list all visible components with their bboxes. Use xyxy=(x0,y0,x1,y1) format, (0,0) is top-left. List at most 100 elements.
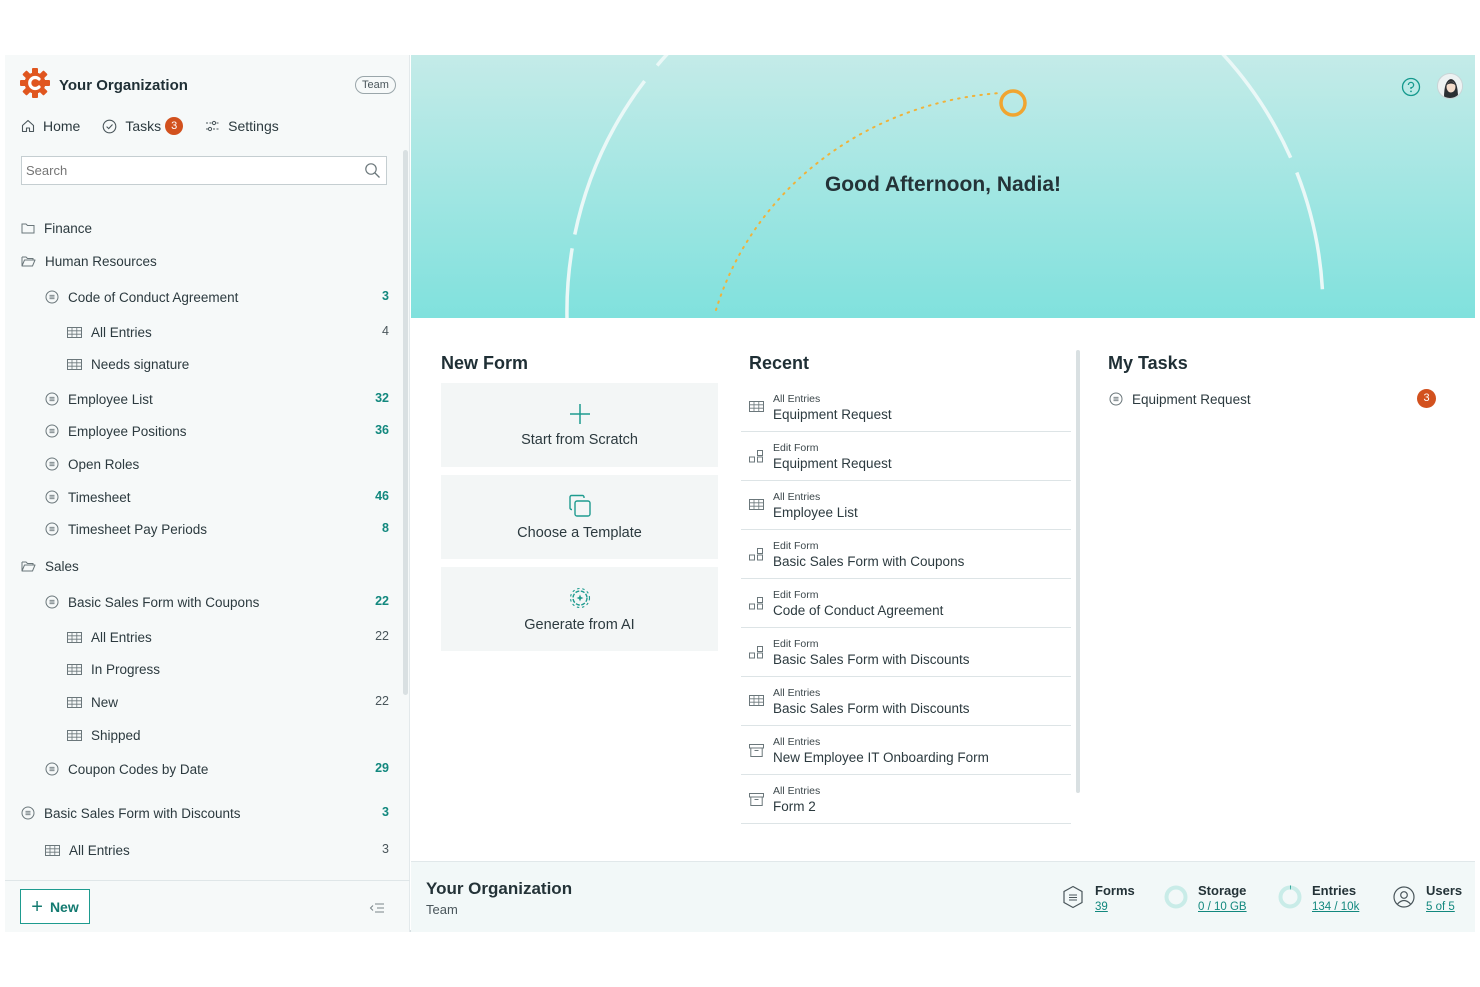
table-icon xyxy=(67,326,91,338)
recent-heading: Recent xyxy=(749,353,810,373)
sliders-icon xyxy=(206,120,220,132)
choose-template-label: Choose a Template xyxy=(517,525,642,541)
tree-item-label: In Progress xyxy=(91,661,161,677)
tree-item-label: Employee List xyxy=(68,391,153,407)
search-icon[interactable] xyxy=(364,162,381,184)
entries-ring-icon xyxy=(1278,885,1302,909)
tree-item[interactable]: Human Resources xyxy=(21,248,157,274)
nav-tasks[interactable]: Tasks 3 xyxy=(102,117,184,135)
recent-item[interactable]: All Entries Employee List xyxy=(741,481,1071,530)
recent-scrollbar[interactable] xyxy=(1076,350,1080,793)
table-icon xyxy=(67,729,91,741)
tree-item[interactable]: Sales xyxy=(21,553,79,579)
stat-entries-value[interactable]: 134 / 10k xyxy=(1312,901,1359,913)
collapse-sidebar-icon[interactable] xyxy=(369,901,385,919)
recent-item-kind: Edit Form xyxy=(773,638,819,650)
logo-icon xyxy=(19,67,51,104)
tree-item-label: Code of Conduct Agreement xyxy=(68,289,239,305)
tree-item[interactable]: All Entries xyxy=(67,624,152,650)
tree-item-label: All Entries xyxy=(91,324,152,340)
recent-item-kind: Edit Form xyxy=(773,442,819,454)
tasks-count-badge: 3 xyxy=(165,117,184,135)
tree-item[interactable]: Code of Conduct Agreement xyxy=(45,284,238,310)
generate-from-ai-card[interactable]: Generate from AI xyxy=(441,567,718,651)
tree-item-label: Sales xyxy=(45,558,79,574)
tree-item-label: Timesheet xyxy=(68,489,131,505)
recent-item-kind: All Entries xyxy=(773,785,821,797)
tree-item-count: 3 xyxy=(382,842,389,856)
nav-home[interactable]: Home xyxy=(21,118,80,134)
tree-item[interactable]: All Entries xyxy=(45,837,130,863)
task-item[interactable]: Equipment Request xyxy=(1109,389,1439,409)
search-input[interactable] xyxy=(22,157,352,184)
stat-users-value[interactable]: 5 of 5 xyxy=(1426,901,1455,913)
home-icon xyxy=(21,119,35,133)
tree-item-label: All Entries xyxy=(69,842,130,858)
tree-item-label: Timesheet Pay Periods xyxy=(68,521,208,537)
brand[interactable]: Your Organization xyxy=(19,67,188,103)
tree-item[interactable]: Basic Sales Form with Coupons xyxy=(45,589,259,615)
stat-storage-value[interactable]: 0 / 10 GB xyxy=(1198,901,1247,913)
tree-item-count: 32 xyxy=(375,391,389,405)
table-icon xyxy=(67,631,91,643)
form-icon xyxy=(1109,392,1123,406)
nav-settings[interactable]: Settings xyxy=(205,118,279,134)
table-icon xyxy=(67,358,91,370)
form-icon xyxy=(45,762,68,776)
recent-item[interactable]: All Entries Equipment Request xyxy=(741,383,1071,432)
tree-item-label: Basic Sales Form with Coupons xyxy=(68,594,260,610)
tree-item[interactable]: Shipped xyxy=(67,722,141,748)
recent-item-name: Equipment Request xyxy=(773,407,892,422)
form-icon xyxy=(45,522,68,536)
user-avatar[interactable] xyxy=(1437,73,1463,99)
stat-forms-value[interactable]: 39 xyxy=(1095,901,1108,913)
my-tasks-heading: My Tasks xyxy=(1108,353,1188,373)
task-count-badge: 3 xyxy=(1417,389,1436,408)
stat-users-label: Users xyxy=(1426,883,1463,898)
recent-item[interactable]: Edit Form Basic Sales Form with Discounts xyxy=(741,628,1071,677)
form-icon xyxy=(45,290,68,304)
choose-template-card[interactable]: Choose a Template xyxy=(441,475,718,559)
start-from-scratch-label: Start from Scratch xyxy=(521,432,638,448)
tree-item[interactable]: Employee Positions xyxy=(45,418,187,444)
tree-item-count: 8 xyxy=(382,521,389,535)
tree-item[interactable]: Needs signature xyxy=(67,351,189,377)
tree-item[interactable]: Finance xyxy=(21,215,92,241)
hero-banner: Good Afternoon, Nadia! xyxy=(411,55,1475,318)
tree-item[interactable]: Timesheet xyxy=(45,484,131,510)
recent-item-name: Code of Conduct Agreement xyxy=(773,603,944,618)
tree-item-label: Finance xyxy=(44,220,93,236)
tree-item[interactable]: Open Roles xyxy=(45,451,139,477)
recent-item[interactable]: Edit Form Basic Sales Form with Coupons xyxy=(741,530,1071,579)
stat-forms-label: Forms xyxy=(1095,883,1135,898)
tree-item-count: 29 xyxy=(375,761,389,775)
recent-item[interactable]: All Entries Basic Sales Form with Discoun… xyxy=(741,677,1071,726)
recent-item[interactable]: All Entries Form 2 xyxy=(741,775,1071,824)
tree-item-label: Needs signature xyxy=(91,356,190,372)
help-icon[interactable] xyxy=(1401,77,1421,102)
tree-item-label: Human Resources xyxy=(45,253,157,269)
stat-entries-label: Entries xyxy=(1312,883,1357,898)
tree-item[interactable]: Coupon Codes by Date xyxy=(45,756,208,782)
recent-item[interactable]: Edit Form Equipment Request xyxy=(741,432,1071,481)
tree-item[interactable]: New xyxy=(67,689,118,715)
plus-icon xyxy=(569,404,590,424)
tree-item[interactable]: Timesheet Pay Periods xyxy=(45,516,207,542)
org-footer: Your Organization Team Forms 39 Storage … xyxy=(411,861,1475,932)
plus-icon: + xyxy=(31,895,43,918)
recent-item[interactable]: All Entries New Employee IT Onboarding Fo… xyxy=(741,726,1071,775)
table-icon xyxy=(45,844,69,856)
new-button[interactable]: + New xyxy=(20,889,90,924)
tree-item[interactable]: All Entries xyxy=(67,319,152,345)
sidebar-scrollbar[interactable] xyxy=(403,150,408,695)
table-icon xyxy=(67,663,91,675)
tree-item[interactable]: Employee List xyxy=(45,386,153,412)
tree-item-count: 22 xyxy=(375,694,389,708)
recent-item-name: Basic Sales Form with Discounts xyxy=(773,652,970,667)
tree-item[interactable]: Basic Sales Form with Discounts xyxy=(21,800,241,826)
storage-ring-icon xyxy=(1164,885,1188,909)
recent-item[interactable]: Edit Form Code of Conduct Agreement xyxy=(741,579,1071,628)
tree-item[interactable]: In Progress xyxy=(67,656,160,682)
sidebar: Your Organization Team Home Tasks 3 Sett… xyxy=(5,55,410,932)
start-from-scratch-card[interactable]: Start from Scratch xyxy=(441,383,718,467)
